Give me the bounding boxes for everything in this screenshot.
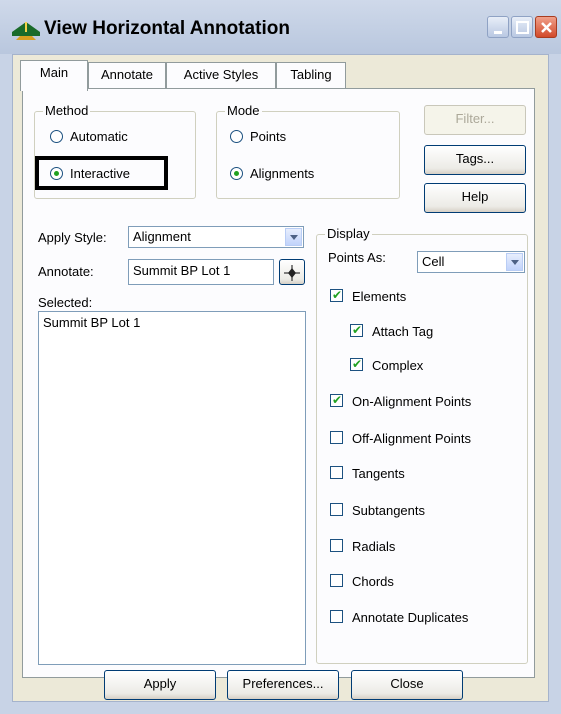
annotate-field[interactable]: Summit BP Lot 1	[128, 259, 274, 285]
apply-style-value: Alignment	[133, 229, 191, 244]
close-button[interactable]: Close	[351, 670, 463, 700]
checkbox-box	[330, 503, 343, 516]
method-group-label: Method	[43, 103, 91, 118]
window-title: View Horizontal Annotation	[44, 18, 290, 39]
minimize-button[interactable]	[487, 16, 509, 38]
apply-style-label: Apply Style:	[38, 230, 107, 245]
dialog-window: View Horizontal Annotation Main Annotate…	[0, 0, 561, 714]
selected-label: Selected:	[38, 295, 93, 310]
apply-button[interactable]: Apply	[104, 670, 216, 700]
annotate-pick-button[interactable]	[279, 259, 305, 285]
tab-annotate[interactable]: Annotate	[88, 62, 166, 88]
tab-annotate-label: Annotate	[100, 67, 154, 82]
mode-group: Mode	[216, 103, 400, 199]
checkbox-box	[330, 539, 343, 552]
checkbox-box	[350, 356, 363, 372]
close-window-button[interactable]	[535, 16, 557, 38]
automatic-label: Automatic	[70, 129, 128, 144]
points-label: Points	[250, 129, 287, 144]
elements-label: Elements	[352, 289, 407, 304]
chevron-down-icon[interactable]	[285, 228, 302, 246]
attach-tag-label: Attach Tag	[372, 324, 434, 339]
radio-button	[50, 130, 63, 143]
checkbox-box	[350, 322, 363, 338]
annotate-value: Summit BP Lot 1	[133, 263, 231, 278]
tab-main-label: Main	[39, 65, 69, 80]
tab-tabling-label: Tabling	[290, 67, 332, 82]
checkbox-box	[330, 431, 343, 444]
radio-button	[230, 167, 243, 180]
checkbox-box	[330, 574, 343, 587]
points-as-label: Points As:	[328, 250, 386, 265]
chords-label: Chords	[352, 574, 394, 589]
display-group: Display	[316, 226, 528, 664]
off-alignment-points-label: Off-Alignment Points	[352, 431, 471, 446]
annotate-label: Annotate:	[38, 264, 94, 279]
tags-button[interactable]: Tags...	[424, 145, 526, 175]
tab-tabling[interactable]: Tabling	[276, 62, 346, 88]
checkbox-box	[330, 610, 343, 623]
annotate-duplicates-label: Annotate Duplicates	[352, 610, 469, 625]
points-as-dropdown[interactable]: Cell	[417, 251, 525, 273]
apply-style-dropdown[interactable]: Alignment	[128, 226, 304, 248]
radials-label: Radials	[352, 539, 396, 554]
title-bar[interactable]: View Horizontal Annotation	[0, 0, 561, 54]
tab-active-styles-label: Active Styles	[183, 67, 259, 82]
alignments-label: Alignments	[250, 166, 315, 181]
checkbox-box	[330, 392, 343, 408]
subtangents-label: Subtangents	[352, 503, 426, 518]
checkbox-box	[330, 466, 343, 479]
interactive-highlight-box	[35, 156, 168, 190]
checkbox-box	[330, 287, 343, 303]
complex-label: Complex	[372, 358, 424, 373]
maximize-button[interactable]	[511, 16, 533, 38]
display-group-label: Display	[325, 226, 372, 241]
tab-active-styles[interactable]: Active Styles	[166, 62, 276, 88]
chevron-down-icon[interactable]	[506, 253, 523, 271]
help-button[interactable]: Help	[424, 183, 526, 213]
bridge-road-icon	[12, 20, 40, 40]
points-as-value: Cell	[422, 254, 445, 269]
on-alignment-points-label: On-Alignment Points	[352, 394, 472, 409]
tab-main[interactable]: Main	[20, 60, 88, 91]
preferences-button[interactable]: Preferences...	[227, 670, 339, 700]
tangents-label: Tangents	[352, 466, 405, 481]
selected-listbox[interactable]: Summit BP Lot 1	[38, 311, 306, 665]
crosshair-target-icon	[283, 264, 301, 281]
filter-button[interactable]: Filter...	[424, 105, 526, 135]
radio-button	[230, 130, 243, 143]
mode-group-label: Mode	[225, 103, 262, 118]
list-item[interactable]: Summit BP Lot 1	[43, 315, 301, 330]
